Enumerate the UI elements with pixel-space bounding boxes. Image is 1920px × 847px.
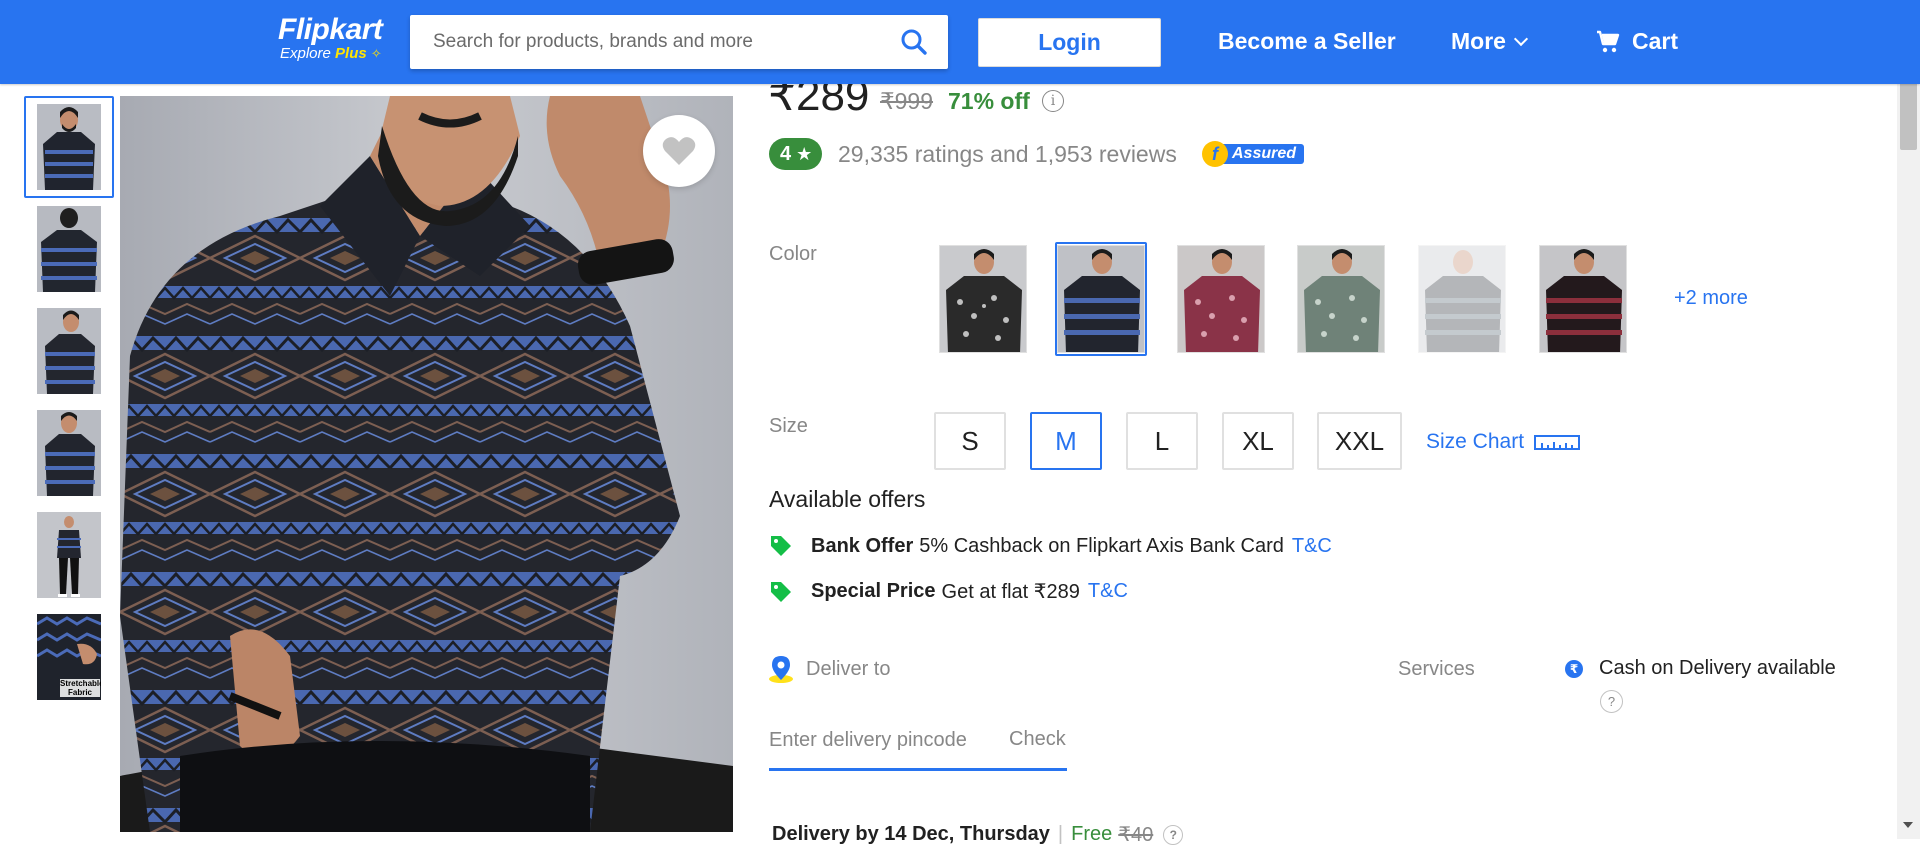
delivery-help-icon[interactable]: ? [1163,824,1184,845]
cod-service: ₹ Cash on Delivery available [1565,657,1836,680]
color-swatch-3[interactable] [1175,242,1267,356]
offer-type: Special Price [811,580,936,602]
color-swatch-image [1418,245,1506,353]
offer-tag-icon [771,581,791,602]
color-swatch-image [1297,245,1385,353]
rating-value: 4 [780,142,792,165]
plus-star-icon: ✧ [370,46,382,61]
login-button[interactable]: Login [978,18,1161,67]
cart-link[interactable]: Cart [1596,28,1678,55]
thumbnail-image [37,206,101,292]
original-price: ₹999 [880,88,934,114]
flipkart-f-icon: f [1202,141,1228,167]
color-swatch-2[interactable] [1055,242,1147,356]
thumbnail-4[interactable] [24,402,114,504]
search-bar [410,15,948,69]
wishlist-button[interactable] [643,115,715,187]
deliver-to-label: Deliver to [806,657,891,680]
thumbnail-image: Stretchable Fabric [37,614,101,700]
cart-label: Cart [1632,28,1679,54]
offer-type: Bank Offer [811,534,914,557]
search-icon [901,29,927,55]
search-input[interactable] [410,15,870,69]
color-swatch-5-unavailable[interactable] [1416,242,1508,356]
free-delivery-label: Free [1071,823,1113,845]
color-swatch-4[interactable] [1295,242,1387,356]
pincode-input[interactable] [769,720,999,760]
thumbnail-3[interactable] [24,300,114,402]
color-swatch-image [1177,245,1265,353]
size-option-l[interactable]: L [1126,412,1198,470]
main-product-image[interactable] [120,96,733,832]
offer-item-special-price: Special Price Get at flat ₹289 T&C [769,579,1128,604]
size-option-s[interactable]: S [934,412,1006,470]
offer-description: 5% Cashback on Flipkart Axis Bank Card [919,534,1284,557]
rating-badge: 4 ★ [769,138,823,170]
become-seller-link[interactable]: Become a Seller [1218,28,1396,55]
offer-tnc-link[interactable]: T&C [1088,580,1128,603]
offer-item-bank: Bank Offer 5% Cashback on Flipkart Axis … [769,534,1332,558]
color-swatch-image [1539,245,1627,353]
delivery-estimate: Delivery by 14 Dec, Thursday | Free ₹40 … [772,822,1184,847]
more-colors-link[interactable]: +2 more [1674,287,1748,310]
cart-icon [1597,30,1620,52]
size-chart-label: Size Chart [1426,430,1525,453]
offer-description: Get at flat ₹289 [941,581,1080,603]
ruler-icon [1534,435,1581,450]
size-chart-link[interactable]: Size Chart [1426,430,1581,454]
offer-tag-icon [771,536,791,556]
cod-text: Cash on Delivery available [1599,657,1836,679]
pincode-field: Check [769,720,1067,771]
offer-tnc-link[interactable]: T&C [1292,535,1332,558]
delivery-date: Delivery by 14 Dec, Thursday [772,823,1050,845]
heart-icon [662,137,696,165]
scroll-down-arrow-icon[interactable] [1903,822,1913,828]
thumbnail-image [37,104,101,190]
discount-percentage: 71% off [948,88,1030,114]
thumbnail-1[interactable] [24,96,114,198]
chevron-down-icon [1513,31,1529,47]
ratings-reviews-count[interactable]: 29,335 ratings and 1,953 reviews [838,141,1177,168]
size-option-xl[interactable]: XL [1222,412,1294,470]
location-pin-icon [769,656,793,683]
price-info-icon[interactable]: i [1042,90,1064,112]
color-swatch-1[interactable] [937,242,1029,356]
thumbnail-caption: Stretchable Fabric [60,679,101,697]
check-pincode-button[interactable]: Check [1009,728,1066,751]
thumbnail-2[interactable] [24,198,114,300]
rupee-icon: ₹ [1565,659,1583,678]
available-offers-heading: Available offers [769,486,926,512]
logo-explore-text: Explore [280,45,331,62]
more-menu[interactable]: More [1451,28,1529,55]
color-label: Color [769,243,817,265]
thumbnail-6[interactable]: Stretchable Fabric [24,606,114,708]
deliver-to: Deliver to [766,654,890,684]
assured-label: Assured [1220,144,1305,164]
color-swatch-image [1057,245,1145,353]
logo-wordmark: Flipkart [278,13,383,46]
logo-plus-text: Plus [335,45,367,62]
color-swatch-image [939,245,1027,353]
more-label: More [1451,28,1506,54]
assured-badge: f Assured [1202,140,1305,168]
thumbnail-5[interactable] [24,504,114,606]
search-button[interactable] [900,28,928,56]
delivery-charge: ₹40 [1118,824,1154,846]
star-icon: ★ [796,143,813,164]
size-option-m[interactable]: M [1030,412,1102,470]
logo-tagline: Explore Plus ✧ [280,46,382,62]
thumbnail-image [37,410,101,496]
cod-help-icon[interactable]: ? [1600,690,1623,713]
top-header: Flipkart Explore Plus ✧ Login Become a S… [0,0,1920,84]
size-option-xxl[interactable]: XXL [1317,412,1402,470]
flipkart-logo[interactable]: Flipkart Explore Plus ✧ [278,13,383,62]
services-label: Services [1398,658,1475,680]
thumbnail-image [37,308,101,394]
delivery-separator: | [1057,823,1064,845]
size-label: Size [769,415,808,437]
thumbnail-image [37,512,101,598]
color-swatch-6[interactable] [1537,242,1629,356]
